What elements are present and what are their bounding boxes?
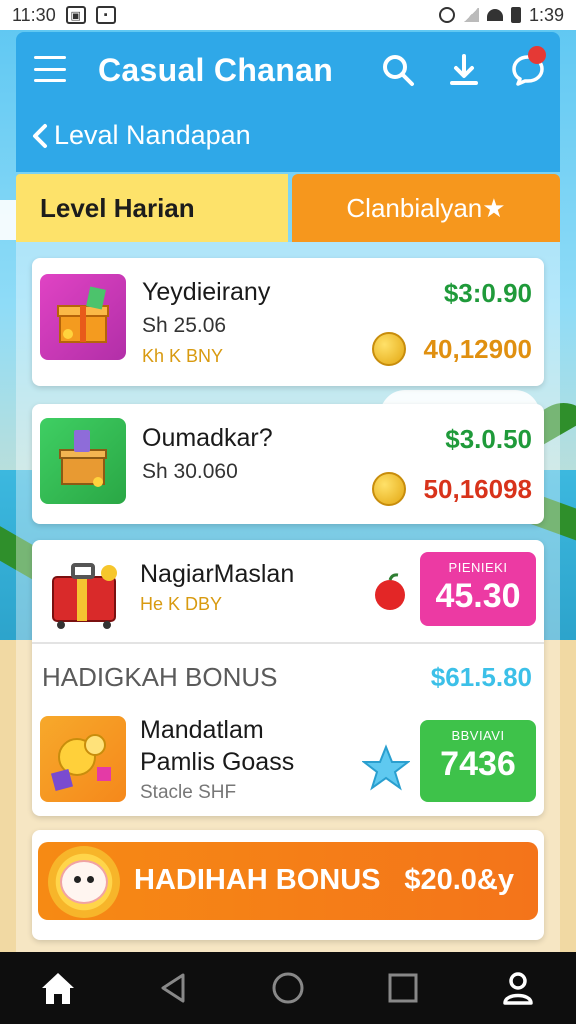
home-nav-button[interactable] — [258, 958, 318, 1018]
price-value: 45.30 — [435, 577, 521, 615]
app-bar: Casual Chanan Leval Nandapan — [16, 32, 560, 172]
status-time-left: 11:30 — [12, 4, 56, 25]
item-tag: Kh K BNY — [142, 346, 224, 366]
square-icon — [388, 973, 418, 1003]
chat-button[interactable] — [508, 46, 548, 90]
divider — [32, 642, 544, 644]
wifi-icon — [486, 9, 503, 21]
profile-button[interactable] — [488, 958, 548, 1018]
download-button[interactable] — [444, 50, 484, 90]
app-title: Casual Chanan — [98, 52, 334, 88]
search-icon — [383, 55, 414, 86]
list-item[interactable]: Yeydieirany Sh 25.06 Kh K BNY $3:0.90 40… — [32, 258, 544, 386]
chevron-left-icon — [33, 123, 47, 148]
back-nav-button[interactable] — [143, 958, 203, 1018]
bonus-item-name: Mandatlam — [140, 716, 264, 744]
nav-bar — [0, 952, 576, 1024]
tab-bar: Level Harian Clanbialyan★ — [16, 174, 560, 242]
bonus-item-tag: Stacle SHF — [140, 782, 237, 803]
status-time-right: 1:39 — [528, 4, 564, 25]
item-name: Yeydieirany — [142, 278, 271, 306]
item-sub: Sh 25.06 — [142, 314, 227, 337]
alarm-icon — [438, 7, 455, 23]
back-label: Leval Nandapan — [54, 120, 251, 150]
coin-icon — [372, 332, 406, 366]
home-icon — [41, 973, 74, 1004]
item-coins: 40,12900 — [423, 334, 532, 364]
apple-icon — [375, 573, 405, 610]
gift-box-icon — [40, 418, 126, 504]
menu-button[interactable] — [34, 56, 66, 82]
bonus-price-button[interactable]: BBVIAVI 7436 — [420, 720, 536, 802]
notification-badge — [528, 46, 546, 64]
download-icon — [450, 54, 478, 85]
recents-button[interactable] — [373, 958, 433, 1018]
featured-name: NagiarMaslan — [140, 560, 295, 588]
bonus-amount: $20.0&y — [404, 864, 514, 896]
home-button[interactable] — [28, 958, 88, 1018]
bonus-label: HADIHAH BONUS — [134, 864, 381, 896]
list-item[interactable]: Oumadkar? Sh 30.060 $3.0.50 50,16098 — [32, 404, 544, 524]
signal-icon — [462, 8, 479, 22]
section-title: HADIGKAH BONUS — [42, 662, 278, 692]
item-price: $3:0.90 — [443, 278, 532, 308]
sun-mascot-icon — [48, 846, 120, 918]
suitcase-icon — [42, 548, 128, 634]
price-value: 7436 — [440, 745, 516, 783]
bonus-item-name-2: Pamlis Goass — [140, 748, 295, 776]
person-icon — [503, 972, 534, 1005]
item-sub: Sh 30.060 — [142, 460, 238, 483]
item-name: Oumadkar? — [142, 424, 273, 452]
notification-icon: ▣ — [65, 6, 86, 24]
item-coins: 50,16098 — [423, 474, 532, 504]
battery-icon — [510, 7, 521, 23]
featured-tag: He K DBY — [140, 594, 223, 614]
back-triangle-icon — [161, 973, 185, 1003]
star-icon — [362, 744, 410, 791]
search-button[interactable] — [378, 50, 418, 90]
status-bar: 11:30 ▣ ▪ 1:39 — [0, 0, 576, 30]
image-icon: ▪ — [95, 6, 116, 24]
back-button[interactable]: Leval Nandapan — [30, 120, 251, 151]
section-price: $61.5.80 — [430, 662, 532, 692]
gift-box-icon — [40, 274, 126, 360]
featured-price-button[interactable]: PIENIEKI 45.30 — [420, 552, 536, 626]
item-price: $3.0.50 — [445, 424, 532, 454]
tab-level-harian[interactable]: Level Harian — [16, 174, 288, 242]
tab-clanbialyan[interactable]: Clanbialyan★ — [292, 174, 560, 242]
coin-pile-icon — [40, 716, 126, 802]
price-label: BBVIAVI — [451, 728, 505, 743]
bonus-section-card: NagiarMaslan He K DBY PIENIEKI 45.30 HAD… — [32, 540, 544, 816]
circle-icon — [272, 972, 304, 1004]
price-label: PIENIEKI — [448, 560, 508, 575]
bonus-button[interactable]: HADIHAH BONUS $20.0&y — [38, 842, 538, 920]
coin-icon — [372, 472, 406, 506]
